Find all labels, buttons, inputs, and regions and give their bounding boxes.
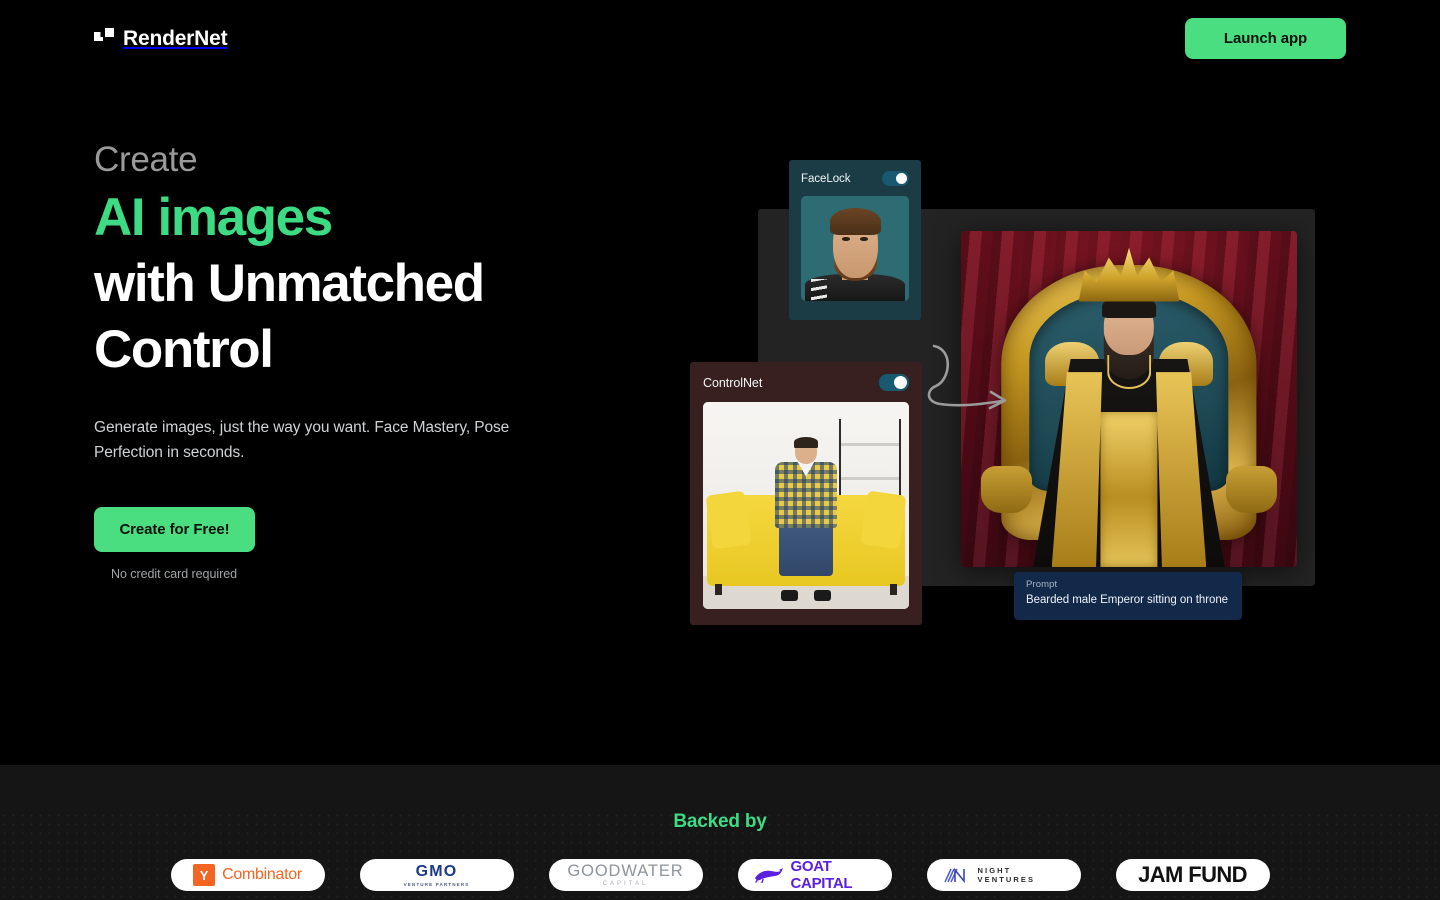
facelock-subject-hair xyxy=(830,207,881,235)
backed-by-section: Backed by Y Combinator GMO VENTURE PARTN… xyxy=(0,765,1440,900)
prompt-label: Prompt xyxy=(1026,579,1058,590)
curved-loop-arrow-right-icon xyxy=(927,344,1007,410)
controlnet-title: ControlNet xyxy=(703,375,763,390)
pose-subject-shoe-right xyxy=(814,590,831,601)
hero-subcopy: Generate images, just the way you want. … xyxy=(94,419,510,461)
goodwater-label: GOODWATER xyxy=(567,861,684,880)
facelock-title: FaceLock xyxy=(801,172,851,185)
brand-name: RenderNet xyxy=(123,26,228,50)
goat-capital-label: GOAT CAPITAL xyxy=(790,858,853,892)
facelock-toggle[interactable] xyxy=(882,171,909,186)
jam-fund-label: JAM FUND xyxy=(1138,862,1247,887)
y-combinator-mark-icon: Y xyxy=(193,864,216,886)
headline-accent-line: AI images xyxy=(94,188,333,248)
gmo-label: GMO xyxy=(415,862,458,880)
sofa-cushion-left xyxy=(705,490,752,550)
sofa-leg-right xyxy=(890,584,897,595)
cta-note: No credit card required xyxy=(111,567,237,582)
investor-logo-jam-fund[interactable]: JAM FUND xyxy=(1115,859,1270,891)
landing-page: RenderNet Launch app FaceLock ControlNet… xyxy=(0,0,1440,900)
pose-subject-hair xyxy=(793,437,819,448)
goat-icon xyxy=(754,867,784,884)
throne-armrest-left xyxy=(981,466,1032,514)
throne-armrest-right xyxy=(1226,466,1277,514)
controlnet-card[interactable]: ControlNet xyxy=(690,362,922,625)
facelock-header-row: FaceLock xyxy=(801,171,909,186)
facelock-toggle-knob xyxy=(896,173,907,184)
facelock-subject-eye-right xyxy=(860,236,868,241)
night-ventures-label: NIGHT VENTURES xyxy=(977,866,1036,884)
sofa-leg-left xyxy=(715,584,722,595)
page-title: AI images with Unmatched Control xyxy=(94,185,654,382)
gold-necklace xyxy=(1107,355,1151,389)
hero-copy: Create AI images with Unmatched Control … xyxy=(94,140,654,581)
site-header: RenderNet Launch app xyxy=(0,0,1440,76)
headline-line-2: with Unmatched xyxy=(94,253,485,313)
facelock-card[interactable]: FaceLock xyxy=(789,160,921,320)
gmo-sublabel: VENTURE PARTNERS xyxy=(403,881,470,887)
gold-sash xyxy=(1100,412,1158,567)
facelock-reference-image xyxy=(801,196,909,301)
backed-by-title: Backed by xyxy=(673,811,767,832)
pose-subject-jeans xyxy=(779,522,833,576)
headline-line-3: Control xyxy=(94,319,274,379)
night-ventures-n-icon xyxy=(943,867,969,884)
facelock-subject-eye-left xyxy=(842,236,850,241)
sofa-cushion-right xyxy=(860,490,907,550)
create-for-free-button[interactable]: Create for Free! xyxy=(94,507,255,553)
investor-logo-goat-capital[interactable]: GOAT CAPITAL xyxy=(737,858,892,892)
brand-logo-link[interactable]: RenderNet xyxy=(94,26,228,50)
hero-eyebrow: Create xyxy=(94,140,198,179)
investor-logo-row: Y Combinator GMO VENTURE PARTNERS GOODWA… xyxy=(0,858,1440,892)
controlnet-toggle[interactable] xyxy=(879,374,909,391)
controlnet-toggle-knob xyxy=(894,376,907,389)
launch-app-button[interactable]: Launch app xyxy=(1185,17,1346,59)
controlnet-header-row: ControlNet xyxy=(703,374,909,391)
controlnet-reference-image xyxy=(703,402,909,609)
investor-logo-night-ventures[interactable]: NIGHT VENTURES xyxy=(926,859,1081,891)
y-combinator-label: Combinator xyxy=(222,866,302,883)
pose-subject-shoe-left xyxy=(781,590,798,601)
overlapping-squares-logo-icon xyxy=(94,28,114,48)
investor-logo-y-combinator[interactable]: Y Combinator xyxy=(170,859,325,891)
investor-logo-goodwater[interactable]: GOODWATER CAPITAL xyxy=(548,859,703,891)
goodwater-sublabel: CAPITAL xyxy=(602,881,649,888)
prompt-value: Bearded male Emperor sitting on throne xyxy=(1026,594,1229,607)
investor-logo-gmo[interactable]: GMO VENTURE PARTNERS xyxy=(359,859,514,891)
prompt-box[interactable]: Prompt Bearded male Emperor sitting on t… xyxy=(1014,572,1242,620)
